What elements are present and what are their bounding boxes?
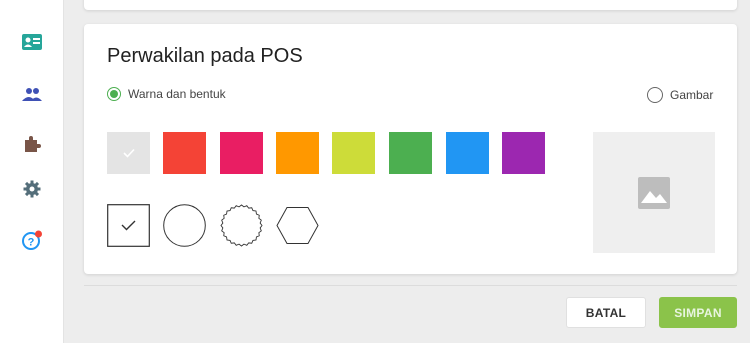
shape-badge[interactable] [220,204,263,247]
previous-card [84,0,737,10]
shape-circle[interactable] [163,204,206,247]
radio-button[interactable] [647,87,663,103]
sidebar: ? [0,0,64,343]
radio-label: Gambar [670,88,714,102]
divider [84,285,737,286]
help-icon[interactable]: ? [20,228,44,252]
color-swatch-lime[interactable] [332,132,375,174]
color-swatch-orange[interactable] [276,132,319,174]
radio-label: Warna dan bentuk [128,87,226,101]
save-button[interactable]: SIMPAN [659,297,737,328]
cancel-button[interactable]: BATAL [566,297,646,328]
check-icon [122,148,135,158]
color-swatch-purple[interactable] [502,132,545,174]
puzzle-icon[interactable] [20,132,44,156]
radio-button[interactable] [107,87,121,101]
radio-color-shape[interactable]: Warna dan bentuk [107,87,226,101]
image-icon [638,176,670,209]
color-swatch-blue[interactable] [446,132,489,174]
gear-icon[interactable] [20,177,44,201]
section-title: Perwakilan pada POS [107,45,303,67]
shape-square-selected[interactable] [107,204,150,247]
image-placeholder[interactable] [593,132,715,253]
color-swatch-red[interactable] [163,132,206,174]
contact-card-icon[interactable] [20,30,44,54]
color-swatch-selected[interactable] [107,132,150,174]
shape-hexagon[interactable] [276,204,319,247]
pos-representation-card: Perwakilan pada POS Warna dan bentuk Gam… [84,24,737,274]
color-swatch-pink[interactable] [220,132,263,174]
color-swatch-green[interactable] [389,132,432,174]
notification-badge [35,230,42,238]
people-icon[interactable] [20,82,44,106]
radio-image[interactable]: Gambar [647,87,713,103]
svg-text:?: ? [28,237,35,249]
